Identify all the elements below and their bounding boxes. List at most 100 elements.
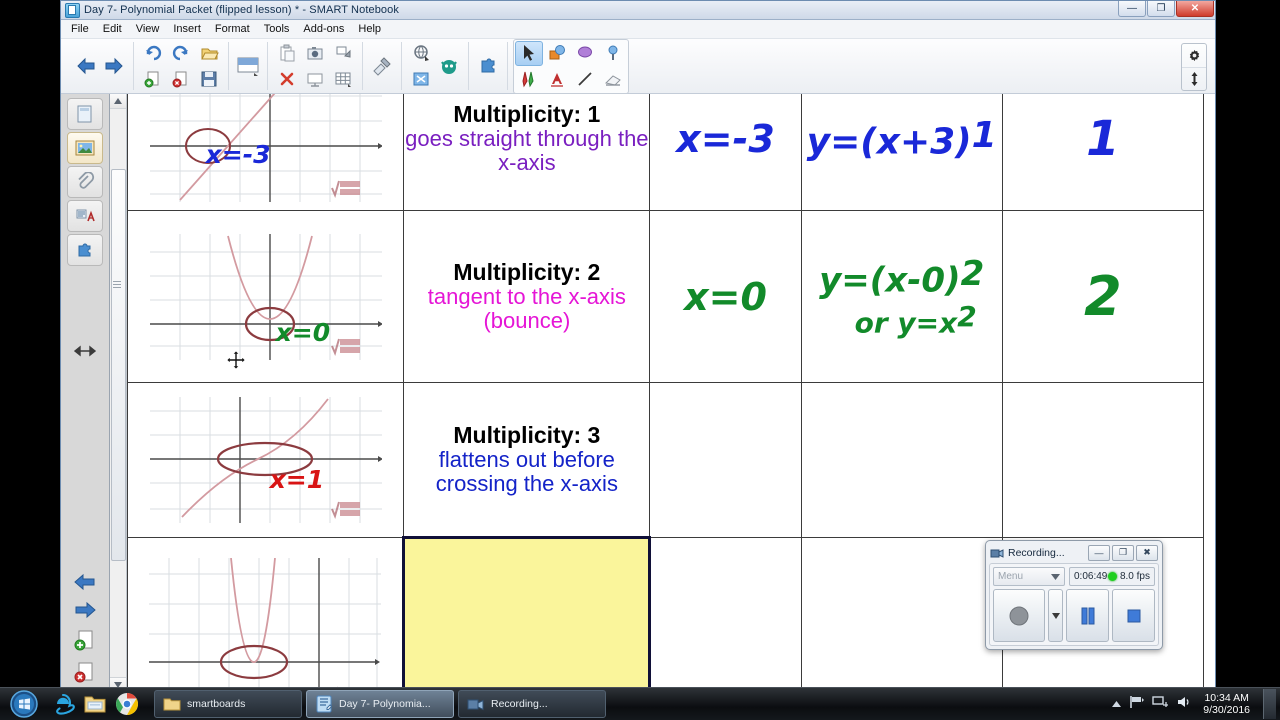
multiplicity-cell-2[interactable]: 2 (1001, 210, 1205, 383)
show-hidden-icons-caret[interactable] (1111, 695, 1122, 713)
delete-page-icon[interactable] (73, 661, 97, 688)
network-flag-icon[interactable] (1129, 695, 1145, 714)
zero-cell-empty[interactable] (649, 537, 802, 692)
zero-cell-multiplicity-1[interactable]: x=-3 (649, 94, 802, 211)
delete-icon[interactable] (273, 67, 301, 92)
measurement-tool-icon[interactable] (368, 42, 396, 90)
add-page-icon[interactable] (73, 629, 97, 656)
graph-quartic-flat-bottom[interactable] (127, 537, 405, 692)
page-scrollbar[interactable] (110, 94, 127, 692)
insert-table-icon[interactable] (329, 67, 357, 92)
menu-item-format[interactable]: Format (215, 23, 250, 35)
screen-shade-icon[interactable] (234, 42, 262, 90)
add-ons-icon[interactable] (435, 42, 463, 90)
recording-widget[interactable]: Recording... — ❐ ✖ Menu 0:06:49 8.0 fps (985, 540, 1163, 650)
google-chrome-icon[interactable] (114, 691, 140, 717)
link-icon[interactable] (407, 67, 435, 92)
forward-arrow-icon[interactable] (100, 42, 128, 90)
description-cell-multiplicity-2[interactable]: Multiplicity: 2 tangent to the x-axis (b… (403, 210, 651, 383)
taskbar-clock[interactable]: 10:34 AM 9/30/2016 (1199, 692, 1254, 716)
zero-cell-multiplicity-2[interactable]: x=0 (649, 210, 802, 383)
taskbar-item-notebook[interactable]: Day 7- Polynomia... (306, 690, 454, 718)
windows-start-orb[interactable] (4, 689, 44, 719)
taskbar-item-recording[interactable]: Recording... (458, 690, 606, 718)
pause-button[interactable] (1066, 589, 1110, 642)
menu-item-help[interactable]: Help (358, 23, 381, 35)
sidebar-item-attachments[interactable] (67, 166, 103, 198)
paste-icon[interactable] (273, 41, 301, 66)
menu-item-edit[interactable]: Edit (103, 23, 122, 35)
scroll-up-arrow[interactable] (110, 94, 126, 109)
add-page-icon[interactable] (139, 67, 167, 92)
description-text: flattens out before crossing the x-axis (435, 446, 618, 496)
save-icon[interactable] (195, 67, 223, 92)
close-button[interactable]: ✕ (1176, 1, 1214, 17)
back-arrow-icon[interactable] (72, 42, 100, 90)
select-tool-icon[interactable] (515, 40, 543, 66)
menu-bar: File Edit View Insert Format Tools Add-o… (61, 20, 1215, 39)
recording-menu-dropdown[interactable]: Menu (993, 567, 1065, 586)
description-cell-multiplicity-1[interactable]: Multiplicity: 1 goes straight through th… (403, 94, 651, 211)
windows-explorer-icon[interactable] (82, 691, 108, 717)
graph-cubic-flatten[interactable]: x=1 (127, 382, 405, 538)
previous-page-icon[interactable] (72, 573, 98, 596)
redo-icon[interactable] (167, 41, 195, 66)
menu-item-tools[interactable]: Tools (264, 23, 290, 35)
multiplicity-cell-3[interactable] (1001, 382, 1205, 538)
gear-icon[interactable] (1182, 44, 1206, 67)
magic-pen-icon[interactable] (571, 41, 599, 66)
screen-capture-icon[interactable] (301, 41, 329, 66)
record-button[interactable] (993, 589, 1046, 642)
internet-explorer-icon[interactable] (50, 691, 76, 717)
stop-button[interactable] (1112, 589, 1156, 642)
scrollbar-thumb[interactable] (111, 169, 126, 561)
text-icon[interactable] (543, 67, 571, 92)
show-desktop-button[interactable] (1263, 689, 1276, 719)
network-icon[interactable] (1152, 695, 1169, 714)
factor-cell-multiplicity-3[interactable] (800, 382, 1003, 538)
recording-close-button[interactable]: ✖ (1136, 544, 1158, 561)
pens-icon[interactable] (515, 67, 543, 92)
sidebar-item-page-sorter[interactable] (67, 98, 103, 130)
factor-cell-empty[interactable] (800, 537, 1003, 692)
sidebar-item-add-ons[interactable] (67, 234, 103, 266)
graph-parabola-tangent[interactable]: x=0 (127, 210, 405, 383)
recording-minimize-button[interactable]: — (1088, 544, 1110, 561)
move-vertical-icon[interactable] (1182, 66, 1206, 91)
minimize-button[interactable]: — (1118, 1, 1146, 17)
eraser-icon[interactable] (599, 67, 627, 92)
insert-shape-icon[interactable] (329, 41, 357, 66)
recording-maximize-button[interactable]: ❐ (1112, 544, 1134, 561)
maximize-button[interactable]: ❐ (1147, 1, 1175, 17)
puzzle-piece-icon[interactable] (474, 42, 502, 90)
resize-horizontal-icon[interactable] (61, 344, 109, 363)
sidebar-item-gallery[interactable] (67, 132, 103, 164)
description-cell-highlighted[interactable] (402, 536, 652, 692)
volume-icon[interactable] (1176, 695, 1192, 714)
screen: Day 7- Polynomial Packet (flipped lesson… (0, 0, 1280, 720)
factor-cell-multiplicity-1[interactable]: y=(x+3)1 (800, 94, 1003, 211)
menu-item-view[interactable]: View (136, 23, 160, 35)
line-icon[interactable] (571, 67, 599, 92)
recording-menu-label: Menu (998, 571, 1024, 582)
creative-pen-icon[interactable] (599, 41, 627, 66)
graph-linear-crossing[interactable]: x=-3 (127, 94, 405, 211)
table-row: x=-3 Multiplicity: 1 goes straight throu… (127, 94, 1205, 211)
description-cell-multiplicity-3[interactable]: Multiplicity: 3 flattens out before cros… (403, 382, 651, 538)
menu-item-file[interactable]: File (71, 23, 89, 35)
zero-cell-multiplicity-3[interactable] (649, 382, 802, 538)
multiplicity-cell-1[interactable]: 1 (1001, 94, 1205, 211)
delete-page-icon[interactable] (167, 67, 195, 92)
taskbar-item-smartboards[interactable]: smartboards (154, 690, 302, 718)
undo-icon[interactable] (139, 41, 167, 66)
smart-exchange-icon[interactable] (407, 41, 435, 66)
record-options-caret[interactable] (1048, 589, 1064, 642)
factor-cell-multiplicity-2[interactable]: y=(x-0)2 or y=x2 (800, 210, 1003, 383)
menu-item-addons[interactable]: Add-ons (303, 23, 344, 35)
sidebar-item-properties[interactable] (67, 200, 103, 232)
full-screen-icon[interactable] (301, 67, 329, 92)
menu-item-insert[interactable]: Insert (173, 23, 201, 35)
shapes-icon[interactable] (543, 41, 571, 66)
open-file-icon[interactable] (195, 41, 223, 66)
next-page-icon[interactable] (72, 601, 98, 624)
